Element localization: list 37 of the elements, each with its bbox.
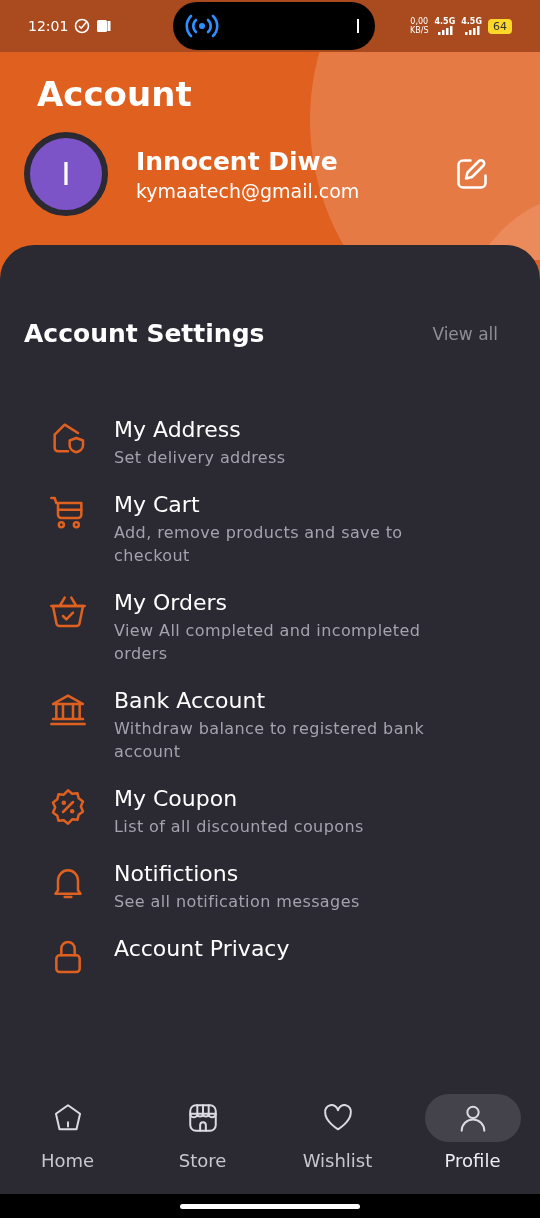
item-subtitle: List of all discounted coupons [114, 816, 365, 838]
item-subtitle: Set delivery address [114, 447, 287, 469]
app-icon [96, 18, 113, 34]
edit-icon[interactable] [454, 156, 490, 192]
user-email: kymaatech@gmail.com [136, 179, 361, 202]
status-time: 12:01 [28, 18, 69, 34]
item-title[interactable]: My Address [114, 416, 474, 444]
network-label: 4.5G [434, 17, 456, 26]
nav-tab[interactable]: Store [137, 1094, 268, 1171]
item-title[interactable]: My Coupon [114, 785, 474, 813]
section-title: Account Settings [24, 319, 265, 348]
signal-icon [435, 26, 454, 35]
avatar: I [24, 132, 108, 216]
item-subtitle: See all notification messages [114, 891, 361, 913]
nav-tab[interactable]: Profile [407, 1094, 538, 1171]
item-title[interactable]: My Cart [114, 491, 474, 519]
item-title[interactable]: Bank Account [114, 687, 474, 715]
item-subtitle: Add, remove products and save to checkout [114, 522, 404, 567]
item-subtitle: Withdraw balance to registered bank account [114, 718, 426, 763]
cursor-mark [357, 19, 359, 33]
item-title[interactable]: Account Privacy [114, 935, 474, 963]
page-title: Account [37, 74, 193, 114]
user-name: Innocent Diwe [136, 146, 339, 176]
item-title[interactable]: My Orders [114, 589, 474, 617]
speed-value: 0,00 [410, 17, 429, 26]
speed-unit: KB/S [409, 26, 429, 35]
battery-indicator: 64 [488, 18, 512, 34]
nav-tab[interactable]: Home [2, 1094, 133, 1171]
nav-tab[interactable]: Wishlist [272, 1094, 403, 1171]
item-title[interactable]: Notifictions [114, 860, 474, 888]
check-circle-icon [74, 18, 91, 34]
view-all-link[interactable]: View all [432, 323, 498, 344]
signal-icon [462, 26, 481, 35]
network-label: 4.5G [461, 17, 482, 26]
broadcast-icon [185, 14, 219, 38]
item-subtitle: View All completed and incompleted orders [114, 620, 422, 665]
home-indicator[interactable] [180, 1203, 360, 1209]
